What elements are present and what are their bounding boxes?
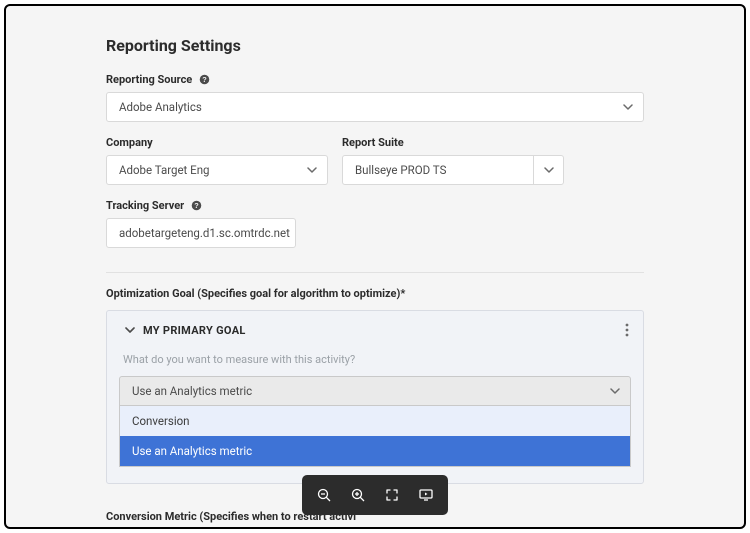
reporting-source-field: Reporting Source ? Adobe Analytics — [106, 73, 644, 122]
report-suite-dropdown-button[interactable] — [533, 156, 563, 184]
report-suite-value: Bullseye PROD TS — [343, 156, 533, 184]
company-select[interactable]: Adobe Target Eng — [106, 155, 328, 185]
present-button[interactable] — [412, 481, 440, 509]
chevron-down-icon — [307, 165, 317, 175]
tracking-server-input[interactable]: adobetargeteng.d1.sc.omtrdc.net — [106, 218, 296, 248]
tracking-server-value: adobetargeteng.d1.sc.omtrdc.net — [119, 226, 290, 240]
tracking-server-field: Tracking Server ? adobetargeteng.d1.sc.o… — [106, 199, 644, 248]
window-frame: Reporting Settings Reporting Source ? Ad… — [4, 4, 746, 529]
more-icon[interactable] — [625, 323, 629, 337]
help-icon[interactable]: ? — [190, 200, 202, 212]
chevron-down-icon — [125, 325, 135, 335]
divider — [106, 272, 644, 273]
page-title: Reporting Settings — [106, 36, 644, 55]
report-suite-field: Report Suite Bullseye PROD TS — [342, 136, 564, 185]
primary-goal-panel: MY PRIMARY GOAL What do you want to meas… — [106, 310, 644, 484]
reporting-source-select[interactable]: Adobe Analytics — [106, 92, 644, 122]
measure-dropdown-value: Use an Analytics metric — [132, 384, 252, 398]
chevron-down-icon — [610, 386, 620, 396]
chevron-down-icon — [623, 102, 633, 112]
svg-text:?: ? — [202, 75, 207, 84]
dropdown-option-conversion[interactable]: Conversion — [120, 406, 630, 436]
reporting-source-value: Adobe Analytics — [119, 100, 202, 114]
company-label: Company — [106, 136, 328, 149]
viewer-toolbar — [302, 475, 448, 515]
help-icon[interactable]: ? — [198, 74, 210, 86]
content-area: Reporting Settings Reporting Source ? Ad… — [6, 6, 744, 529]
svg-text:?: ? — [194, 201, 199, 210]
report-suite-select[interactable]: Bullseye PROD TS — [342, 155, 564, 185]
tracking-server-label: Tracking Server ? — [106, 199, 644, 212]
measure-dropdown-list: Conversion Use an Analytics metric — [119, 406, 631, 467]
primary-goal-title-wrap: MY PRIMARY GOAL — [125, 324, 246, 337]
optimization-goal-label: Optimization Goal (Specifies goal for al… — [106, 287, 644, 300]
company-suite-row: Company Adobe Target Eng Report Suite Bu… — [106, 136, 644, 185]
zoom-in-button[interactable] — [344, 481, 372, 509]
measure-dropdown[interactable]: Use an Analytics metric Conversion Use a… — [119, 376, 631, 467]
tracking-server-label-text: Tracking Server — [106, 199, 184, 212]
measure-dropdown-selected[interactable]: Use an Analytics metric — [119, 376, 631, 406]
reporting-source-label: Reporting Source ? — [106, 73, 644, 86]
zoom-out-button[interactable] — [310, 481, 338, 509]
goal-question: What do you want to measure with this ac… — [123, 353, 627, 366]
primary-goal-title: MY PRIMARY GOAL — [143, 324, 246, 337]
dropdown-option-analytics-metric[interactable]: Use an Analytics metric — [120, 436, 630, 466]
report-suite-label: Report Suite — [342, 136, 564, 149]
reporting-source-label-text: Reporting Source — [106, 73, 192, 86]
company-field: Company Adobe Target Eng — [106, 136, 328, 185]
fullscreen-button[interactable] — [378, 481, 406, 509]
company-value: Adobe Target Eng — [119, 163, 210, 177]
primary-goal-header[interactable]: MY PRIMARY GOAL — [119, 321, 631, 343]
